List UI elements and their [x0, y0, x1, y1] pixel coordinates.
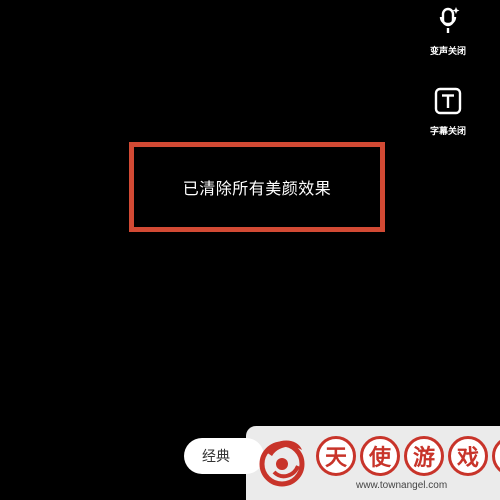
watermark-title: 天 使 游 戏 网	[316, 436, 500, 476]
toast-message: 已清除所有美颜效果	[182, 179, 332, 198]
subtitles-label: 字幕关闭	[429, 127, 466, 137]
watermark-url: www.townangel.com	[356, 480, 448, 491]
classic-mode-label: 经典	[202, 449, 230, 465]
site-watermark: 天 使 游 戏 网 www.townangel.com	[246, 426, 500, 500]
watermark-char: 使	[360, 436, 400, 476]
watermark-char: 戏	[448, 436, 488, 476]
camera-screen: 变声关闭 字幕关闭 已清除所有美颜效果 经典 天 使 游 戏 www.towna…	[0, 0, 500, 500]
angel-logo-icon	[259, 440, 305, 487]
text-t-icon	[433, 86, 463, 116]
mic-sparkle-icon	[433, 6, 463, 36]
subtitles-toggle[interactable]: 字幕关闭	[420, 86, 476, 137]
voice-change-label: 变声关闭	[429, 47, 466, 57]
voice-change-toggle[interactable]: 变声关闭	[420, 6, 476, 57]
watermark-char: 天	[316, 436, 356, 476]
beauty-cleared-toast: 已清除所有美颜效果	[129, 142, 385, 232]
watermark-char: 游	[404, 436, 444, 476]
watermark-char: 网	[492, 436, 500, 476]
